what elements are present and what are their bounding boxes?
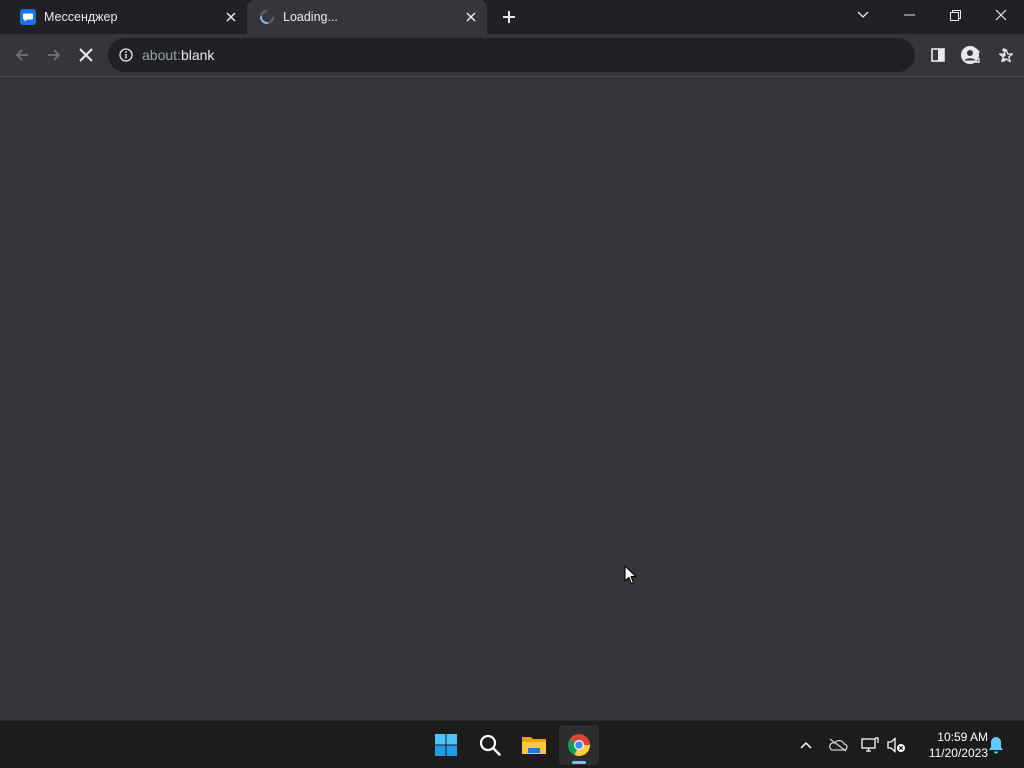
tab-search-button[interactable] — [840, 0, 886, 30]
side-panel-button[interactable] — [924, 41, 952, 69]
back-button[interactable] — [8, 41, 36, 69]
search-icon — [479, 734, 501, 756]
restore-icon — [949, 9, 961, 21]
active-app-indicator — [572, 761, 586, 764]
tab-loading[interactable]: Loading... — [247, 0, 487, 34]
side-panel-icon — [931, 48, 945, 62]
plus-icon — [503, 11, 515, 23]
notification-bell-icon — [989, 737, 1003, 754]
tab-title: Loading... — [283, 10, 338, 24]
close-tab-icon[interactable] — [221, 7, 241, 27]
clock-date: 11/20/2023 — [928, 746, 988, 760]
new-tab-button[interactable] — [497, 5, 521, 29]
close-icon — [995, 9, 1007, 21]
chrome-icon — [568, 734, 590, 756]
clock-time: 10:59 AM — [937, 730, 988, 744]
forward-button[interactable] — [40, 41, 68, 69]
info-icon[interactable] — [118, 47, 134, 63]
mouse-cursor-icon — [624, 565, 637, 585]
file-explorer-button[interactable] — [514, 725, 554, 765]
tab-strip: Мессенджер Loading... — [0, 0, 1024, 34]
windows-start-icon — [435, 734, 457, 756]
url-host: blank — [180, 47, 215, 63]
taskbar: 10:59 AM 11/20/2023 — [0, 720, 1024, 768]
system-clock[interactable]: 10:59 AM 11/20/2023 — [912, 729, 988, 761]
minimize-icon — [903, 14, 915, 16]
menu-button[interactable] — [990, 41, 1018, 69]
notifications-button[interactable] — [984, 733, 1008, 757]
network-tray-button[interactable] — [858, 733, 882, 757]
forward-arrow-icon — [48, 49, 61, 61]
volume-muted-icon — [887, 737, 905, 753]
tab-messenger[interactable]: Мессенджер — [0, 0, 247, 34]
minimize-button[interactable] — [886, 0, 932, 30]
profile-icon — [961, 46, 979, 64]
chrome-taskbar-button[interactable] — [559, 725, 599, 765]
close-tab-icon[interactable] — [461, 7, 481, 27]
page-content[interactable] — [0, 77, 1024, 720]
address-bar[interactable]: about:blank — [108, 38, 1014, 72]
close-window-button[interactable] — [978, 0, 1024, 30]
volume-tray-button[interactable] — [884, 733, 908, 757]
show-hidden-icons-button[interactable] — [794, 733, 818, 757]
browser-toolbar: about:blank — [0, 34, 1024, 76]
back-arrow-icon — [15, 49, 28, 61]
stop-icon — [79, 48, 93, 62]
chevron-down-icon — [857, 11, 869, 18]
stop-button[interactable] — [72, 41, 100, 69]
messenger-icon — [20, 9, 36, 25]
file-explorer-icon — [522, 737, 546, 754]
loading-spinner-icon — [259, 9, 275, 25]
chevron-up-icon — [800, 741, 812, 749]
restore-button[interactable] — [932, 0, 978, 30]
profile-button[interactable] — [956, 41, 984, 69]
onedrive-tray-button[interactable] — [826, 733, 850, 757]
url-scheme: about: — [142, 47, 181, 63]
search-button[interactable] — [470, 725, 510, 765]
url-text: about:blank — [142, 47, 214, 63]
start-button[interactable] — [426, 725, 466, 765]
network-icon — [861, 737, 879, 752]
menu-icon — [1002, 48, 1006, 62]
tab-title: Мессенджер — [44, 10, 118, 24]
onedrive-icon — [829, 738, 848, 752]
